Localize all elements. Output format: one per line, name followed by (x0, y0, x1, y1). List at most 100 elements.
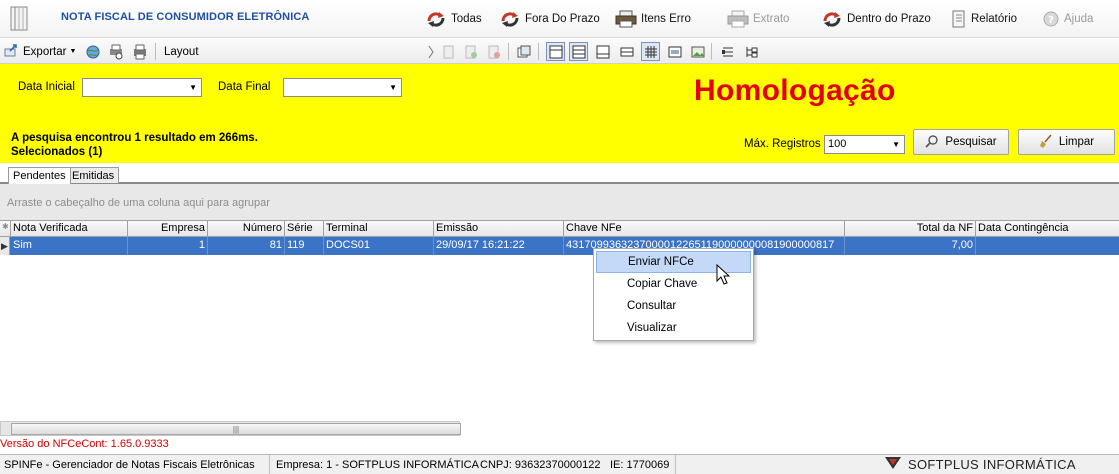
exportar-dropdown[interactable]: Exportar ▼ (4, 43, 76, 60)
header-bar: NOTA FISCAL DE CONSUMIDOR ELETRÔNICA Tod… (0, 0, 1119, 38)
mouse-cursor-icon (716, 263, 731, 289)
scrollbar-thumb[interactable]: ||| (11, 423, 461, 435)
status-company: Empresa: 1 - SOFTPLUS INFORMÁTICA (276, 459, 479, 471)
menu-item-visualizar[interactable]: Visualizar (596, 317, 751, 339)
clear-button-label: Limpar (1058, 136, 1095, 148)
column-chooser-icon[interactable] (514, 42, 533, 61)
relatorio-button[interactable]: Relatório (951, 9, 1017, 29)
col-terminal[interactable]: Terminal (324, 221, 434, 237)
tab-pendentes[interactable]: Pendentes (8, 167, 71, 184)
col-data-contingencia[interactable]: Data Contingência (976, 221, 1119, 237)
preview-row-icon[interactable] (665, 42, 684, 61)
col-total-nf[interactable]: Total da NF (845, 221, 976, 237)
start-date-label: Data Inicial (18, 81, 75, 93)
toolbar: Exportar ▼ Layout (0, 39, 1119, 64)
broom-icon (1039, 134, 1053, 151)
refresh-arrows-icon (821, 10, 843, 28)
table-row[interactable]: Sim 1 81 119 DOCS01 29/09/17 16:21:22 43… (0, 237, 1119, 255)
itens-erro-label: Itens Erro (641, 13, 691, 25)
context-menu: Enviar NFCe Copiar Chave Consultar Visua… (593, 248, 754, 341)
search-icon (925, 134, 939, 151)
cell-empresa: 1 (128, 237, 208, 255)
print-icon[interactable] (132, 43, 148, 60)
group-panel[interactable]: Arraste o cabeçalho de uma coluna aqui p… (0, 183, 1119, 220)
brand-logo: SOFTPLUS INFORMÁTICA (884, 454, 1076, 474)
col-emissao[interactable]: Emissão (434, 221, 564, 237)
disabled-doc-green-icon[interactable] (461, 42, 480, 61)
selected-count-text: Selecionados (1) (11, 146, 103, 158)
layout-button[interactable]: Layout (164, 43, 199, 60)
layout-label: Layout (164, 45, 199, 58)
dentro-do-prazo-label: Dentro do Prazo (847, 13, 931, 25)
view-footer-icon[interactable] (617, 42, 636, 61)
cell-nota-verificada: Sim (11, 237, 128, 255)
search-button-label: Pesquisar (945, 136, 997, 148)
app-title: NOTA FISCAL DE CONSUMIDOR ELETRÔNICA (61, 11, 310, 23)
chevron-down-icon: ▼ (389, 83, 397, 92)
fora-do-prazo-button[interactable]: Fora Do Prazo (499, 9, 600, 29)
cell-terminal: DOCS01 (324, 237, 434, 255)
max-records-select[interactable]: 100 ▼ (824, 135, 905, 154)
cell-serie: 119 (285, 237, 324, 255)
separator (711, 43, 712, 60)
horizontal-scrollbar[interactable]: ||| (0, 421, 461, 436)
dentro-do-prazo-button[interactable]: Dentro do Prazo (821, 9, 931, 29)
cell-numero: 81 (208, 237, 285, 255)
row-indicator-icon[interactable]: ▶ (0, 237, 10, 255)
itens-erro-button[interactable]: Itens Erro (615, 9, 691, 29)
status-app-name: SPINFe - Gerenciador de Notas Fiscais El… (0, 455, 270, 474)
filter-panel: Data Inicial ▼ Data Final ▼ Homologação … (0, 64, 1119, 163)
disabled-doc-red-icon[interactable] (484, 42, 503, 61)
expand-rows-icon[interactable] (718, 42, 737, 61)
ajuda-label: Ajuda (1064, 13, 1094, 25)
grid-lines-icon[interactable] (641, 42, 660, 61)
disabled-doc-icon[interactable] (439, 42, 458, 61)
help-icon: ? (1042, 10, 1060, 28)
separator (538, 43, 539, 60)
toolbar-grip-icon (425, 42, 437, 61)
separator (155, 43, 156, 60)
menu-item-consultar[interactable]: Consultar (596, 295, 751, 317)
tree-view-icon[interactable] (741, 42, 760, 61)
refresh-arrows-icon (499, 10, 521, 28)
exportar-label: Exportar (23, 45, 67, 58)
chevron-down-icon: ▼ (69, 48, 77, 55)
relatorio-label: Relatório (971, 13, 1018, 25)
grid-header: ✱ Nota Verificada Empresa Número Série T… (0, 220, 1119, 237)
end-date-picker[interactable]: ▼ (283, 78, 402, 97)
brand-name: SOFTPLUS INFORMÁTICA (908, 456, 1076, 472)
refresh-arrows-icon (425, 10, 447, 28)
view-top-panel-icon[interactable] (546, 42, 565, 61)
status-ie: IE: 1770069 (606, 455, 676, 474)
tab-emitidas[interactable]: Emitidas (67, 167, 120, 183)
view-split-panel-icon[interactable] (569, 42, 588, 61)
todas-label: Todas (451, 13, 482, 25)
search-button[interactable]: Pesquisar (913, 129, 1009, 155)
col-numero[interactable]: Número (208, 221, 285, 237)
printer-icon (615, 10, 637, 28)
chevron-down-icon: ▼ (892, 140, 900, 149)
globe-icon[interactable] (85, 43, 101, 60)
chevron-down-icon: ▼ (189, 83, 197, 92)
start-date-picker[interactable]: ▼ (82, 78, 202, 97)
col-chave-nfe[interactable]: Chave NFe (564, 221, 845, 237)
report-icon (951, 10, 967, 28)
clear-button[interactable]: Limpar (1018, 129, 1115, 155)
max-records-label: Máx. Registros (744, 138, 821, 150)
ajuda-button[interactable]: ? Ajuda (1042, 9, 1093, 29)
separator (508, 43, 509, 60)
environment-banner: Homologação (694, 74, 896, 107)
col-serie[interactable]: Série (285, 221, 324, 237)
tab-strip: Pendentes Emitidas (0, 163, 1119, 184)
status-cnpj: CNPJ: 93632370000122 (480, 459, 601, 471)
extrato-button[interactable]: Extrato (727, 9, 789, 29)
grid-corner[interactable]: ✱ (0, 221, 11, 237)
cell-total-nf: 7,00 (845, 237, 976, 255)
view-bottom-panel-icon[interactable] (593, 42, 612, 61)
todas-button[interactable]: Todas (425, 9, 482, 29)
col-nota-verificada[interactable]: Nota Verificada (11, 221, 128, 237)
image-icon[interactable] (688, 42, 707, 61)
cell-emissao: 29/09/17 16:21:22 (434, 237, 564, 255)
col-empresa[interactable]: Empresa (128, 221, 208, 237)
print-preview-icon[interactable] (108, 43, 124, 60)
